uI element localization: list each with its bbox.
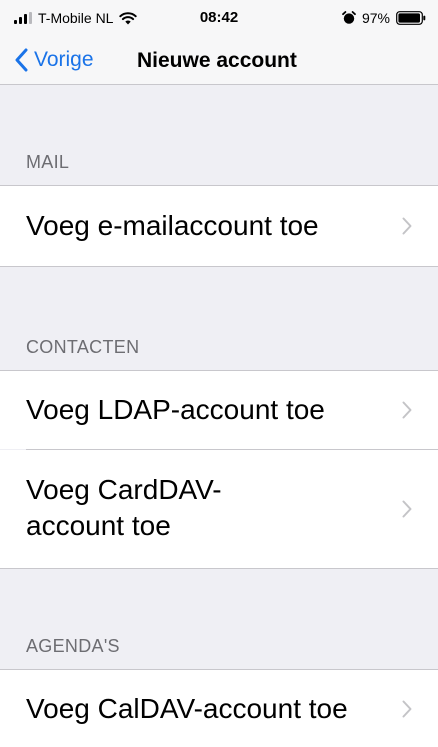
chevron-right-icon (402, 217, 412, 235)
list-item-add-carddav-account[interactable]: Voeg CardDAV- account toe (0, 450, 438, 568)
section-header-label: AGENDA'S (26, 636, 120, 656)
list-item-add-ldap-account[interactable]: Voeg LDAP-account toe (0, 371, 438, 449)
status-bar: T-Mobile NL 08:42 97% (0, 0, 438, 38)
status-right: 97% (342, 10, 426, 26)
chevron-right-icon (402, 500, 412, 518)
section-header-mail: MAIL (0, 85, 438, 185)
navigation-bar: Vorige Nieuwe account (0, 38, 438, 85)
list-item-label: Voeg CardDAV- account toe (26, 474, 222, 541)
alarm-icon (342, 11, 356, 24)
section-header-calendars: AGENDA'S (0, 569, 438, 669)
chevron-right-icon (402, 401, 412, 419)
section-header-label: CONTACTEN (26, 337, 140, 357)
back-button[interactable]: Vorige (14, 45, 94, 75)
battery-icon (396, 11, 426, 25)
list-item-label: Voeg e-mailaccount toe (26, 210, 319, 241)
list-item-label: Voeg CalDAV-account toe (26, 693, 348, 724)
back-button-label: Vorige (34, 48, 94, 71)
battery-percent: 97% (361, 10, 390, 26)
list-item-add-mail-account[interactable]: Voeg e-mailaccount toe (0, 186, 438, 266)
section-header-label: MAIL (26, 152, 70, 172)
chevron-left-icon (15, 48, 28, 72)
section-header-contacts: CONTACTEN (0, 267, 438, 370)
chevron-right-icon (402, 700, 412, 718)
list-item-label: Voeg LDAP-account toe (26, 394, 325, 425)
list-item-add-caldav-account[interactable]: Voeg CalDAV-account toe (0, 670, 438, 747)
page-title: Nieuwe account (137, 49, 297, 72)
